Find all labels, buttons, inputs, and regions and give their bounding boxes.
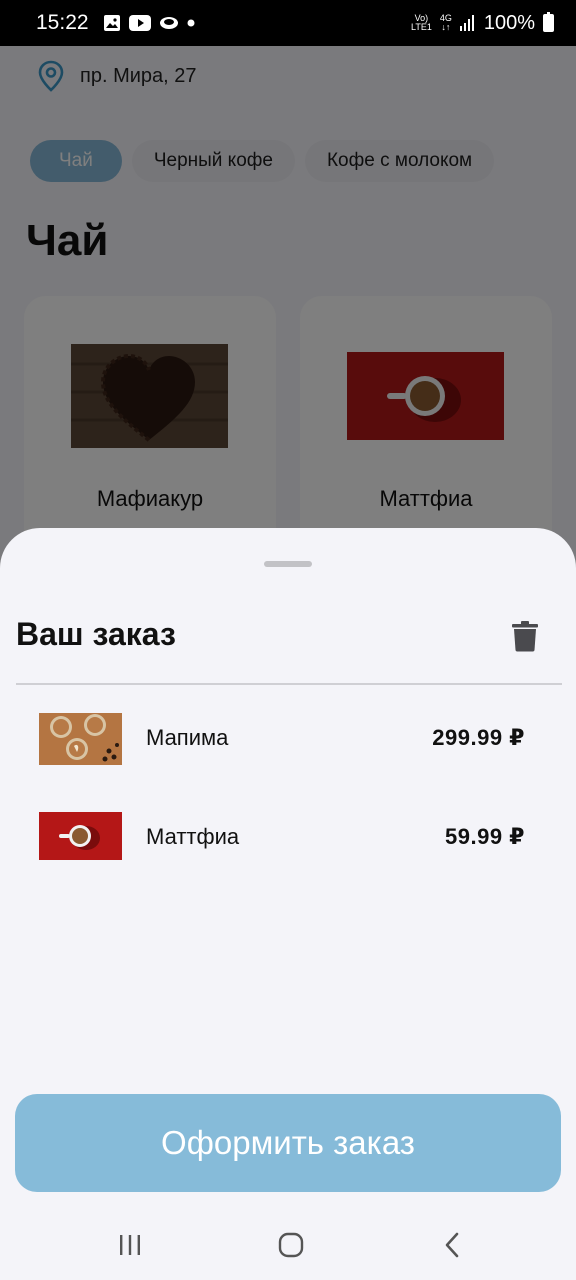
battery-percent: 100% — [483, 11, 535, 34]
order-title: Ваш заказ — [16, 616, 176, 652]
recent-apps-button[interactable] — [110, 1230, 150, 1260]
order-sheet: Ваш заказ Мапима 299.99 ₽ Маттфиа 59.99 … — [0, 528, 576, 1280]
recent-apps-icon — [120, 1235, 140, 1255]
notification-icons — [103, 14, 195, 32]
trash-icon[interactable] — [511, 620, 539, 652]
divider — [16, 683, 562, 685]
order-item[interactable]: Маттфиа 59.99 ₽ — [0, 812, 576, 864]
network-type: 4G ↓↑ — [439, 13, 452, 32]
youtube-icon — [128, 15, 151, 31]
back-button[interactable] — [432, 1230, 472, 1260]
gallery-icon — [103, 15, 120, 31]
battery-icon — [543, 12, 554, 32]
back-icon — [445, 1232, 459, 1258]
latte-art-cups-image — [39, 713, 122, 765]
order-item[interactable]: Мапима 299.99 ₽ — [0, 713, 576, 765]
order-item-name: Маттфиа — [146, 824, 240, 849]
order-item-name: Мапима — [146, 725, 229, 750]
home-button[interactable] — [271, 1230, 311, 1260]
app-notification-icon — [159, 17, 178, 29]
order-item-price: 299.99 ₽ — [432, 725, 525, 750]
system-nav-bar — [0, 1208, 576, 1280]
clock: 15:22 — [36, 11, 89, 34]
dot-icon — [187, 19, 195, 27]
coffee-cup-red-image — [39, 812, 122, 860]
checkout-button[interactable]: Оформить заказ — [15, 1094, 561, 1192]
drag-handle[interactable] — [264, 561, 312, 567]
volte-indicator: Vo) LTE1 — [410, 13, 432, 32]
order-item-price: 59.99 ₽ — [445, 824, 525, 849]
status-right: Vo) LTE1 4G ↓↑ 100% — [411, 12, 554, 35]
status-bar: 15:22 Vo) LTE1 4G ↓↑ 100% — [0, 0, 576, 46]
signal-icon — [459, 15, 474, 31]
home-icon — [278, 1232, 304, 1258]
screen: 15:22 Vo) LTE1 4G ↓↑ 100% Ваш заказ Мапи… — [0, 0, 576, 1280]
